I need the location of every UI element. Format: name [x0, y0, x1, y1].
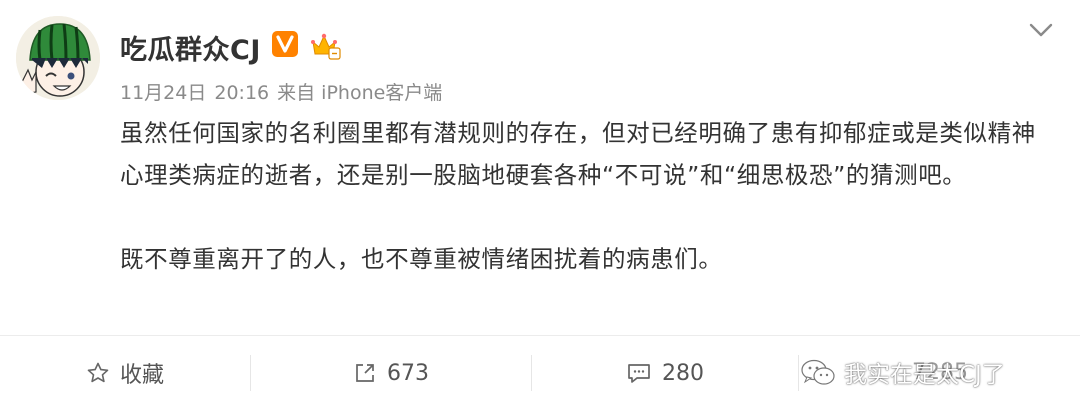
divider: [798, 355, 799, 391]
post-source[interactable]: 来自 iPhone客户端: [277, 82, 442, 104]
avatar[interactable]: [16, 16, 100, 100]
watermark: 我实在是太CJ了: [800, 335, 1005, 409]
comment-button[interactable]: 280: [532, 336, 798, 410]
favorite-label: 收藏: [119, 363, 164, 388]
post-time: 20:16: [214, 82, 270, 104]
post-paragraph: 虽然任何国家的名利圈里都有潜规则的存在，但对已经明确了患有抑郁症或是类似精神心理…: [120, 119, 1036, 189]
vip-badge-icon: [272, 31, 298, 57]
comment-icon: [628, 364, 650, 383]
comment-count: 280: [662, 360, 704, 386]
post-meta: 11月24日 20:16 来自 iPhone客户端: [120, 78, 450, 105]
repost-count: 673: [387, 360, 429, 386]
username[interactable]: 吃瓜群众CJ: [120, 28, 261, 67]
star-icon: [87, 362, 109, 383]
repost-button[interactable]: 673: [251, 336, 531, 410]
crown-badge-icon: [310, 30, 342, 60]
favorite-button[interactable]: 收藏: [0, 336, 250, 410]
chevron-down-icon[interactable]: [1026, 18, 1056, 42]
share-icon: [356, 364, 374, 382]
watermark-text: 我实在是太CJ了: [844, 362, 1005, 388]
wechat-icon: [801, 359, 835, 385]
post-date: 11月24日: [120, 82, 207, 104]
post-paragraph: 既不尊重离开了的人，也不尊重被情绪困扰着的病患们。: [120, 245, 723, 273]
avatar-image: [16, 16, 100, 100]
post-content: 虽然任何国家的名利圈里都有潜规则的存在，但对已经明确了患有抑郁症或是类似精神心理…: [120, 112, 1050, 280]
